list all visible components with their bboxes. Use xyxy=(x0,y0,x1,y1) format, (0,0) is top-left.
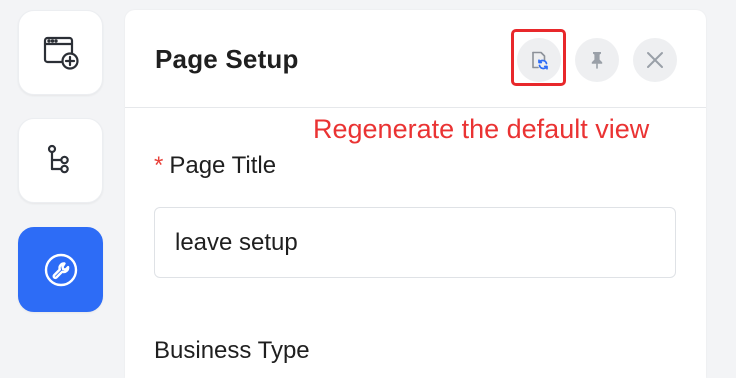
window-add-icon xyxy=(41,33,81,73)
wrench-icon xyxy=(41,250,81,290)
sidebar-item-add-view[interactable] xyxy=(18,10,103,95)
pin-button[interactable] xyxy=(575,38,619,82)
page-title: Page Setup xyxy=(155,44,299,74)
page-setup-panel: Page Setup Regenerate the default view *… xyxy=(125,10,706,378)
close-button[interactable] xyxy=(633,38,677,82)
close-icon xyxy=(644,49,666,71)
page-title-label-text: Page Title xyxy=(169,152,277,179)
business-type-label: Business Type xyxy=(154,337,310,364)
regenerate-highlight-box xyxy=(511,29,566,86)
page-title-label: * Page Title xyxy=(154,152,276,180)
regenerate-annotation: Regenerate the default view xyxy=(313,114,650,144)
page-title-input[interactable] xyxy=(154,207,676,278)
panel-header: Page Setup xyxy=(125,10,706,108)
pin-icon xyxy=(587,50,607,70)
required-mark: * xyxy=(154,152,164,179)
flow-tree-icon xyxy=(41,141,81,181)
sidebar-item-flow[interactable] xyxy=(18,118,103,203)
sidebar-item-settings[interactable] xyxy=(18,227,103,312)
